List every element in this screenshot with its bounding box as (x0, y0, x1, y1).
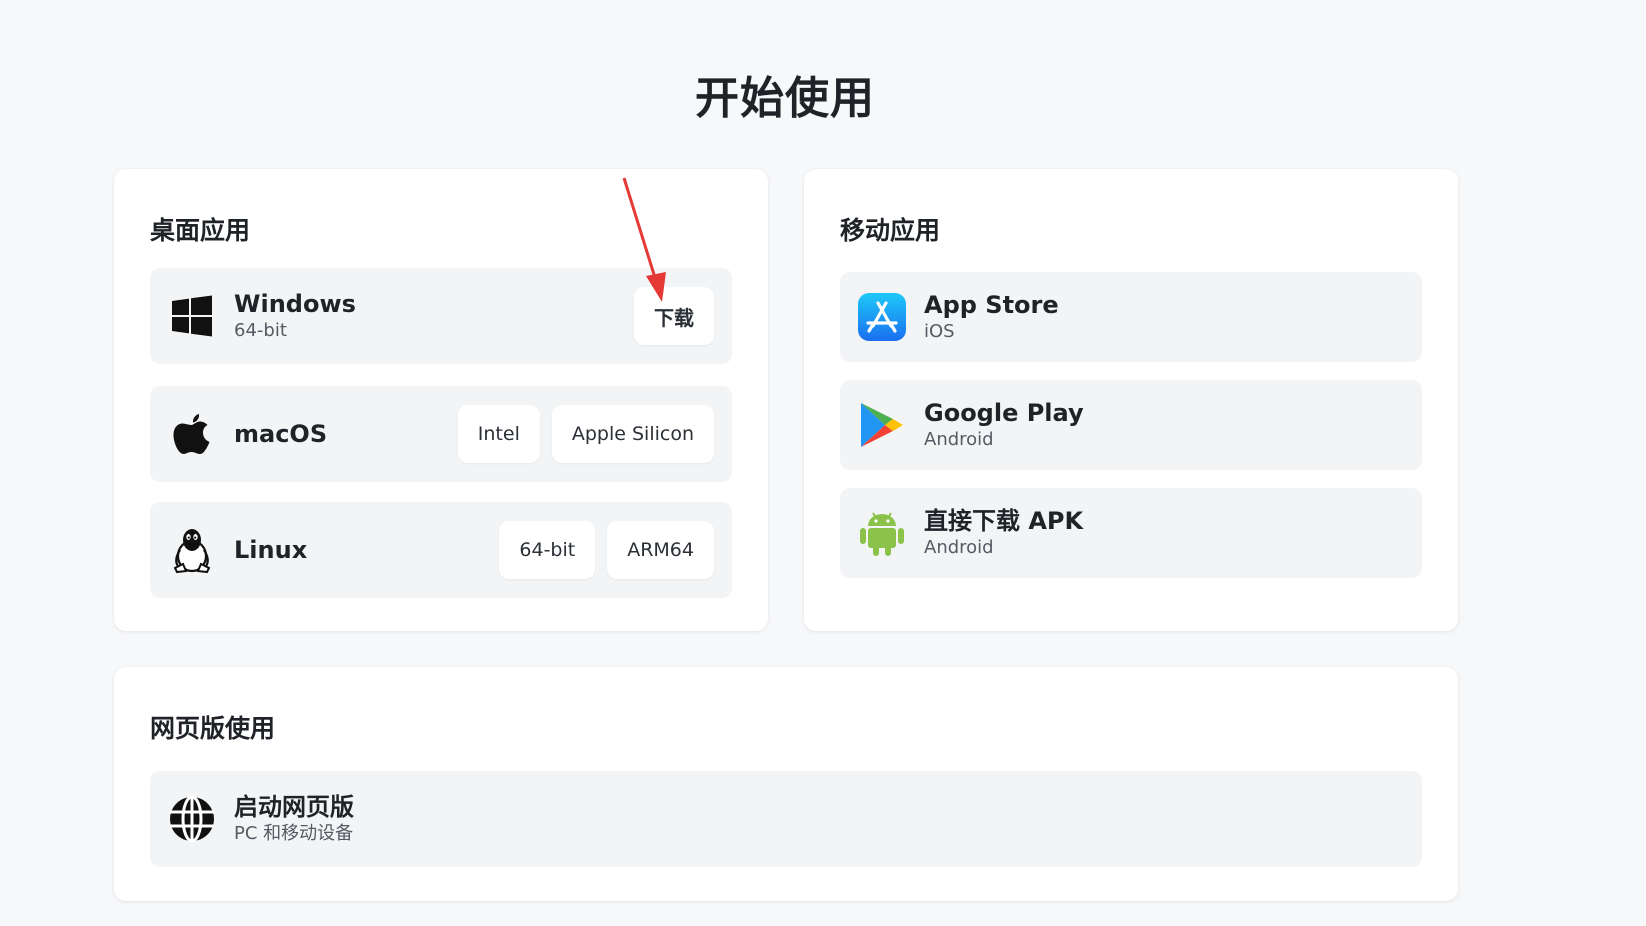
mobile-apps-title: 移动应用 (840, 216, 941, 245)
apk-platform: Android (924, 537, 994, 558)
macos-label: macOS (234, 420, 328, 448)
macos-intel-button[interactable]: Intel (457, 405, 540, 463)
google-play-label: Google Play (924, 399, 1084, 427)
android-icon (858, 509, 906, 557)
windows-arch: 64-bit (234, 320, 287, 341)
macos-apple-silicon-button[interactable]: Apple Silicon (551, 405, 714, 463)
launch-web-label: 启动网页版 (234, 793, 354, 821)
app-store-label: App Store (924, 291, 1059, 319)
google-play-row[interactable]: Google Play Android (840, 380, 1422, 470)
desktop-apps-card: 桌面应用 Windows 64-bit 下载 macOS Intel Apple… (114, 169, 768, 631)
mobile-apps-card: 移动应用 App Store iOS Google Play Android 直… (804, 169, 1458, 631)
globe-icon (168, 795, 216, 843)
launch-web-row[interactable]: 启动网页版 PC 和移动设备 (150, 771, 1422, 867)
page-title: 开始使用 (695, 73, 875, 124)
linux-row: Linux 64-bit ARM64 (150, 502, 732, 598)
linux-arm64-button[interactable]: ARM64 (607, 521, 714, 579)
app-store-row[interactable]: App Store iOS (840, 272, 1422, 362)
apple-icon (168, 410, 216, 458)
linux-label: Linux (234, 536, 308, 564)
app-store-icon (858, 293, 906, 341)
linux-icon (168, 526, 216, 574)
windows-icon (168, 292, 216, 340)
launch-web-sub: PC 和移动设备 (234, 823, 354, 844)
app-store-platform: iOS (924, 321, 955, 342)
apk-label: 直接下载 APK (924, 507, 1084, 535)
desktop-apps-title: 桌面应用 (150, 216, 251, 245)
windows-label: Windows (234, 290, 356, 318)
google-play-platform: Android (924, 429, 994, 450)
web-version-title: 网页版使用 (150, 714, 276, 743)
annotation-arrow (622, 177, 666, 302)
linux-64bit-button[interactable]: 64-bit (499, 521, 596, 579)
web-version-card: 网页版使用 启动网页版 PC 和移动设备 (114, 667, 1458, 901)
page: 开始使用 桌面应用 Windows 64-bit 下载 macOS Intel … (0, 0, 1646, 926)
apk-row[interactable]: 直接下载 APK Android (840, 488, 1422, 578)
google-play-icon (858, 401, 906, 449)
macos-row: macOS Intel Apple Silicon (150, 386, 732, 482)
